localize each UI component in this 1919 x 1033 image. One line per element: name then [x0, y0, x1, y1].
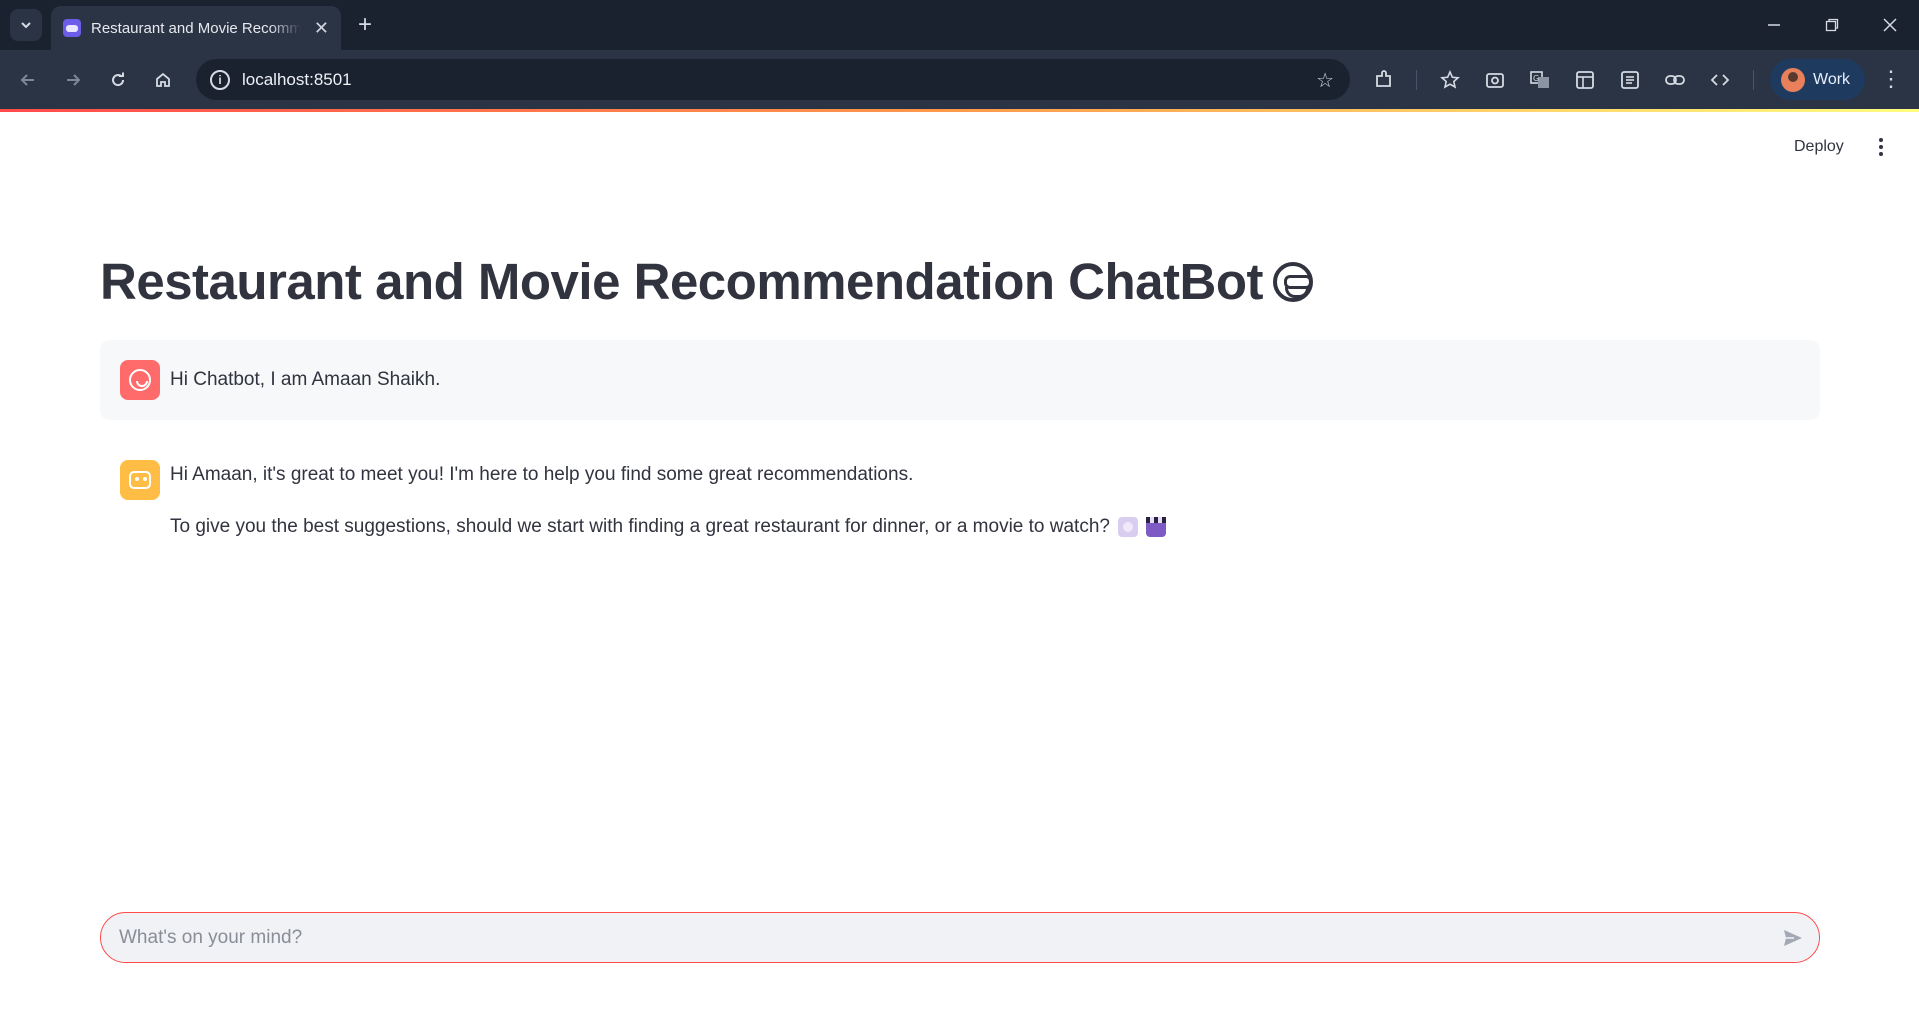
reading-mode-icon[interactable]: [1616, 66, 1644, 94]
address-bar[interactable]: i localhost:8501 ☆: [196, 59, 1350, 100]
close-window-button[interactable]: [1861, 0, 1919, 50]
url-text: localhost:8501: [242, 69, 352, 89]
deploy-button[interactable]: Deploy: [1784, 134, 1854, 160]
chat-input[interactable]: [119, 913, 1759, 962]
forward-button[interactable]: [57, 64, 89, 96]
arrow-left-icon: [20, 74, 34, 86]
code-icon[interactable]: [1706, 66, 1734, 94]
page-title-text: Restaurant and Movie Recommendation Chat…: [100, 253, 1263, 310]
send-icon: [1784, 930, 1802, 946]
minimize-button[interactable]: [1745, 0, 1803, 50]
profile-avatar: [1781, 67, 1805, 92]
page-title: Restaurant and Movie Recommendation Chat…: [100, 252, 1313, 311]
new-tab-button[interactable]: +: [352, 12, 378, 38]
assistant-message-line1: Hi Amaan, it's great to meet you! I'm he…: [170, 464, 914, 485]
chat-input-container: [100, 912, 1820, 963]
translate-icon[interactable]: G: [1526, 66, 1554, 94]
link-icon[interactable]: [1661, 66, 1689, 94]
svg-text:G: G: [1533, 74, 1539, 83]
tab-layout-icon[interactable]: [1571, 66, 1599, 94]
browser-tab[interactable]: Restaurant and Movie Recommendation Chat…: [51, 6, 341, 50]
clapper-board-icon: [1145, 517, 1166, 537]
robot-icon: [129, 471, 151, 489]
home-button[interactable]: [147, 64, 179, 96]
app-menu-icon[interactable]: [1871, 134, 1891, 160]
chat-message-assistant: Hi Amaan, it's great to meet you! I'm he…: [100, 440, 1820, 550]
toolbar-divider: [1753, 70, 1754, 90]
restore-icon: [1825, 18, 1839, 32]
reload-icon: [112, 72, 125, 87]
user-face-icon: [129, 369, 151, 391]
send-button[interactable]: [1779, 924, 1807, 952]
arrow-right-icon: [67, 74, 81, 86]
chat-message-user: Hi Chatbot, I am Amaan Shaikh.: [100, 340, 1820, 420]
plate-cutlery-icon: [1117, 517, 1138, 537]
app-decoration-line: [0, 109, 1919, 112]
close-icon: [1883, 18, 1897, 32]
tab-search-button[interactable]: [10, 9, 42, 41]
bookmarks-icon[interactable]: [1436, 66, 1464, 94]
user-avatar: [120, 360, 160, 400]
profile-button[interactable]: Work: [1770, 59, 1865, 100]
assistant-message-line2: To give you the best suggestions, should…: [170, 514, 1166, 540]
toolbar-divider: [1416, 70, 1417, 90]
home-icon: [156, 72, 170, 87]
site-info-icon[interactable]: i: [210, 69, 230, 90]
screenshot-icon[interactable]: [1481, 66, 1509, 94]
restore-button[interactable]: [1803, 0, 1861, 50]
extensions-icon[interactable]: [1370, 66, 1398, 94]
browser-tabstrip: Restaurant and Movie Recommendation Chat…: [0, 0, 1919, 50]
grin-face-icon: [1272, 261, 1313, 302]
bookmark-star-icon[interactable]: ☆: [1316, 68, 1334, 93]
window-controls: [1745, 0, 1919, 50]
tab-title: Restaurant and Movie Recommendation Chat…: [91, 19, 301, 37]
assistant-message-line2-text: To give you the best suggestions, should…: [170, 516, 1110, 537]
chevron-down-icon: [21, 22, 31, 29]
user-message-text: Hi Chatbot, I am Amaan Shaikh.: [170, 369, 441, 390]
browser-toolbar: i localhost:8501 ☆ G Work ⋮: [0, 50, 1919, 109]
reload-button[interactable]: [102, 64, 134, 96]
app-favicon-icon: [63, 19, 81, 37]
back-button[interactable]: [12, 64, 44, 96]
tab-close-icon[interactable]: ✕: [314, 19, 329, 37]
assistant-avatar: [120, 460, 160, 500]
minimize-icon: [1768, 24, 1780, 26]
profile-name: Work: [1813, 70, 1851, 88]
browser-menu-icon[interactable]: ⋮: [1880, 66, 1902, 92]
